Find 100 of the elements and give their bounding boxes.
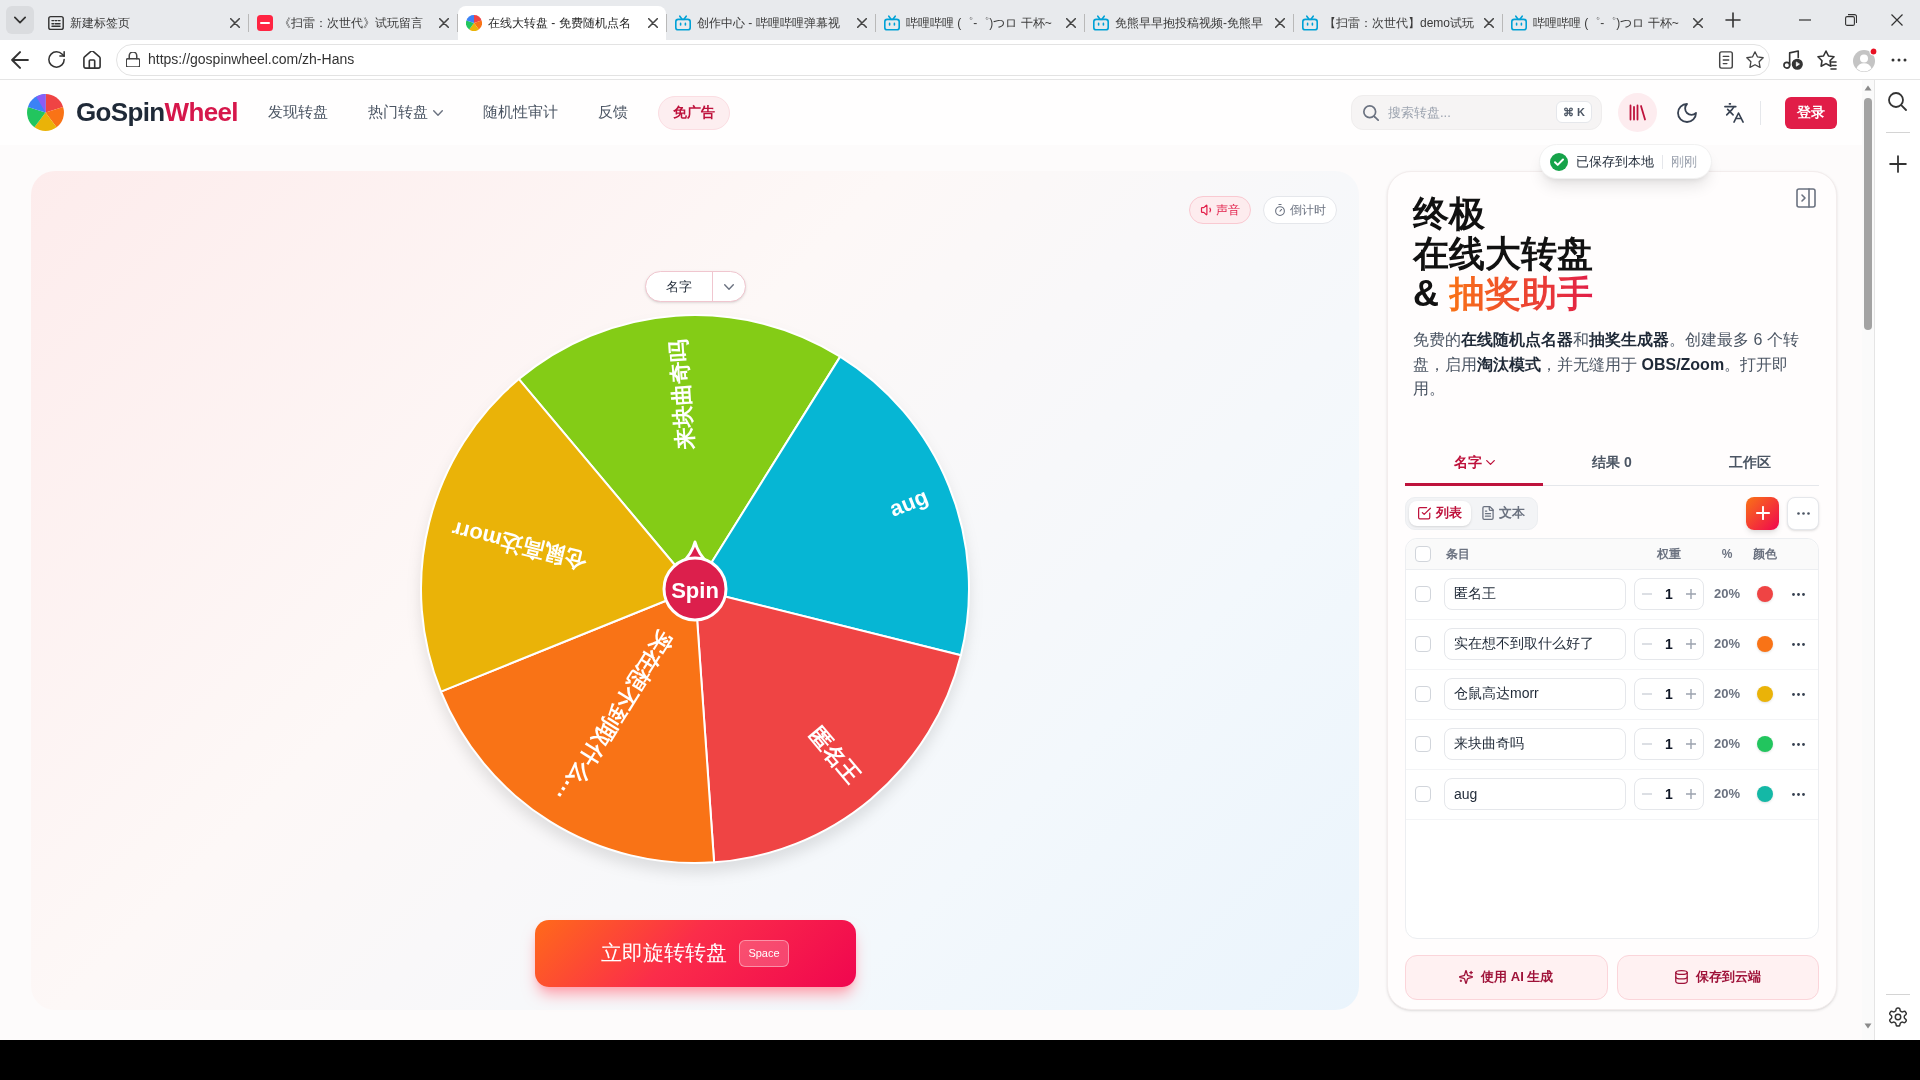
row-checkbox[interactable]	[1415, 686, 1431, 702]
color-swatch-icon[interactable]	[1757, 686, 1773, 702]
address-bar[interactable]: https://gospinwheel.com/zh-Hans	[116, 43, 1770, 76]
row-checkbox[interactable]	[1415, 586, 1431, 602]
search-icon	[1363, 105, 1379, 121]
row-checkbox[interactable]	[1415, 736, 1431, 752]
close-icon[interactable]	[439, 18, 449, 28]
library-icon[interactable]	[1618, 93, 1657, 132]
translate-icon[interactable]	[1724, 102, 1744, 123]
reader-mode-icon[interactable]	[1718, 50, 1734, 69]
spin-button[interactable]: 立即旋转转盘 Space	[534, 920, 856, 987]
plus-icon[interactable]	[1888, 155, 1907, 173]
more-icon[interactable]	[1791, 792, 1805, 796]
chevron-down-icon	[723, 283, 734, 290]
new-tab-plus-icon[interactable]	[1725, 12, 1741, 28]
weight-value: 1	[1665, 684, 1673, 704]
login-button[interactable]: 登录	[1785, 96, 1837, 129]
add-entry-button[interactable]	[1746, 496, 1779, 530]
search-icon[interactable]	[1888, 92, 1907, 111]
description: 免费的在线随机点名器和抽奖生成器。创建最多 6 个转盘，启用淘汰模式，并无缝用于 OBS/Zoom。打开即用。	[1413, 330, 1800, 399]
home-icon[interactable]	[83, 50, 101, 69]
back-icon[interactable]	[11, 50, 29, 69]
document-icon	[1482, 506, 1494, 520]
close-icon[interactable]	[1693, 18, 1703, 28]
close-icon[interactable]	[648, 18, 658, 28]
name-field[interactable]: 来块曲奇吗	[1444, 728, 1626, 760]
scroll-up-icon[interactable]	[1864, 85, 1872, 91]
timer-toggle[interactable]: 倒计时	[1263, 196, 1337, 224]
ai-generate-button[interactable]: 使用 AI 生成	[1405, 954, 1608, 1000]
browser-tab[interactable]: 哔哩哔哩 (゜-゜)つロ 干杯~	[876, 6, 1084, 40]
toast-time: 刚刚	[1671, 152, 1697, 171]
more-icon[interactable]	[1791, 642, 1805, 646]
tv-icon	[1511, 15, 1527, 31]
speaker-icon	[1200, 204, 1212, 216]
wheel-logo-icon[interactable]	[27, 94, 64, 131]
brand-name[interactable]: GoSpinWheel	[76, 93, 238, 132]
name-field[interactable]: 实在想不到取什么好了	[1444, 628, 1626, 660]
nav-link[interactable]: 热门转盘	[357, 95, 453, 130]
nav-link[interactable]: 随机性审计	[472, 95, 568, 130]
color-swatch-icon[interactable]	[1757, 786, 1773, 802]
more-icon[interactable]	[1791, 742, 1805, 746]
panel-tab[interactable]: 结果 0	[1543, 441, 1681, 486]
weight-value: 1	[1665, 634, 1673, 654]
browser-tab[interactable]: 免熊早早抱投稿视频-免熊早	[1085, 6, 1293, 40]
close-icon[interactable]	[857, 18, 867, 28]
row-checkbox[interactable]	[1415, 636, 1431, 652]
name-field[interactable]: aug	[1444, 778, 1626, 810]
hero-title: 终极 在线大转盘 & 抽奖助手	[1413, 194, 1593, 314]
checkbox-icon	[1418, 506, 1431, 520]
close-icon[interactable]	[230, 18, 240, 28]
browser-tab[interactable]: 在线大转盘 - 免费随机点名	[458, 6, 666, 40]
more-icon[interactable]	[1891, 57, 1907, 62]
view-tab[interactable]: 列表	[1409, 500, 1471, 526]
name-field[interactable]: 匿名王	[1444, 578, 1626, 610]
close-icon[interactable]	[1066, 18, 1076, 28]
close-icon[interactable]	[1275, 18, 1285, 28]
browser-tab[interactable]: 创作中心 - 哔哩哔哩弹幕视	[667, 6, 875, 40]
restore-icon[interactable]	[1845, 14, 1857, 26]
name-field[interactable]: 仓鼠高达morr	[1444, 678, 1626, 710]
reload-icon[interactable]	[47, 51, 65, 68]
color-swatch-icon[interactable]	[1757, 586, 1773, 602]
row-checkbox[interactable]	[1415, 786, 1431, 802]
nav-link[interactable]: 反馈	[587, 95, 638, 130]
moon-icon[interactable]	[1677, 102, 1697, 123]
close-window-icon[interactable]	[1891, 14, 1903, 26]
database-icon	[1674, 970, 1688, 984]
favorites-icon[interactable]	[1817, 49, 1837, 70]
scrollbar-thumb[interactable]	[1864, 98, 1872, 330]
browser-tab[interactable]: 新建标签页	[40, 6, 248, 40]
save-cloud-button[interactable]: 保存到云端	[1616, 954, 1819, 1000]
sidebar-collapse-icon[interactable]	[1796, 188, 1816, 208]
avatar-icon[interactable]	[1852, 46, 1878, 73]
segment-label: 匿名王	[803, 721, 866, 789]
percent-value: 20%	[1713, 685, 1741, 704]
sound-toggle[interactable]: 声音	[1189, 196, 1251, 224]
select-all-checkbox[interactable]	[1415, 545, 1431, 562]
browser-tab[interactable]: 【扫雷：次世代】demo试玩	[1294, 6, 1502, 40]
tab-list-button[interactable]	[6, 6, 34, 34]
chevron-down-icon	[14, 16, 26, 24]
favorite-star-icon[interactable]	[1746, 50, 1764, 69]
square-logo-icon	[257, 15, 273, 31]
panel-tab[interactable]: 工作区	[1681, 441, 1819, 486]
list-select[interactable]: 名字	[644, 271, 746, 302]
lock-icon[interactable]	[126, 52, 140, 67]
music-note-icon[interactable]	[1783, 49, 1803, 70]
percent-value: 20%	[1713, 585, 1741, 604]
nav-link[interactable]: 发现转盘	[257, 95, 338, 130]
percent-value: 20%	[1713, 735, 1741, 754]
color-swatch-icon[interactable]	[1757, 636, 1773, 652]
color-swatch-icon[interactable]	[1757, 736, 1773, 752]
browser-tab[interactable]: 《扫雷：次世代》试玩留言	[249, 6, 457, 40]
settings-icon[interactable]	[1887, 1007, 1908, 1027]
view-tab[interactable]: 文本	[1473, 500, 1534, 526]
close-icon[interactable]	[1484, 18, 1494, 28]
panel-tab[interactable]: 名字	[1405, 441, 1543, 486]
column-header: 权重	[1656, 545, 1682, 563]
scroll-down-icon[interactable]	[1864, 1023, 1872, 1029]
browser-tab[interactable]: 哔哩哔哩 (゜-゜)つロ 干杯~	[1503, 6, 1711, 40]
more-icon[interactable]	[1791, 592, 1805, 596]
more-icon[interactable]	[1791, 692, 1805, 696]
